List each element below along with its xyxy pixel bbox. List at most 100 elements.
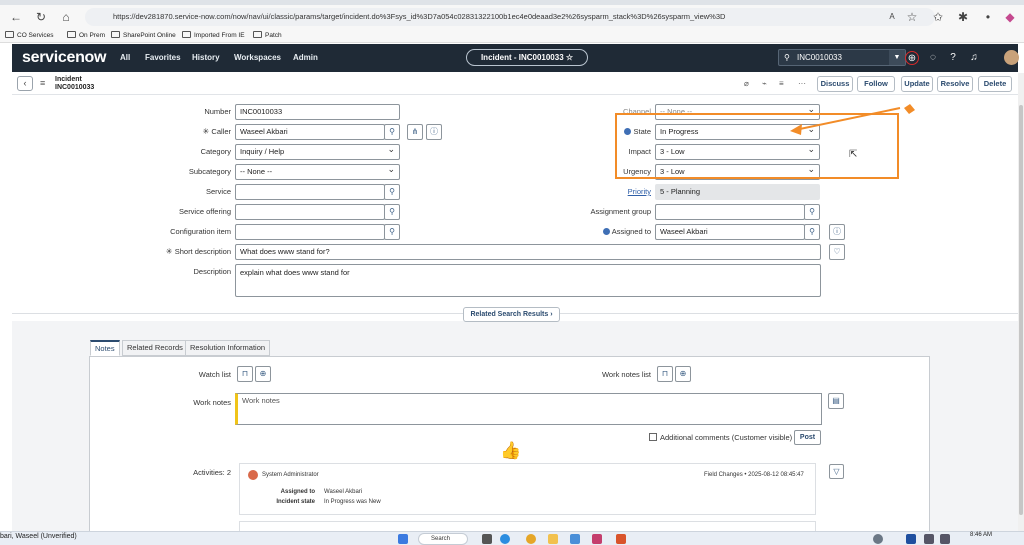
- url-field[interactable]: https://dev281870.service-now.com/now/na…: [85, 8, 935, 26]
- notifications-bell-icon[interactable]: ♫: [967, 51, 981, 65]
- browser-address-bar: ← ↻ ⌂ https://dev281870.service-now.com/…: [0, 5, 1024, 29]
- configuration-item-field[interactable]: [235, 224, 385, 240]
- checkbox-icon[interactable]: [649, 433, 657, 441]
- activity-state-label: Incident state: [276, 499, 315, 505]
- back-button[interactable]: ‹: [17, 76, 33, 91]
- watch-list-lock-icon[interactable]: ⊓: [237, 366, 253, 382]
- assigned-to-field[interactable]: Waseel Akbari: [655, 224, 805, 240]
- tab-related-records[interactable]: Related Records: [122, 340, 188, 356]
- incident-form: Number INC0010033 ✳ Caller Waseel Akbari…: [12, 96, 1018, 543]
- folder-icon: [182, 31, 191, 38]
- back-icon[interactable]: ←: [8, 9, 24, 25]
- activity-entry: System Administrator Field Changes • 202…: [239, 463, 816, 515]
- servicenow-logo[interactable]: servicenow: [22, 49, 106, 67]
- volume-icon[interactable]: [940, 534, 950, 544]
- additional-comments-toggle[interactable]: Additional comments (Customer visible): [649, 433, 792, 442]
- short-description-label: ✳ Short description: [165, 247, 231, 256]
- help-icon[interactable]: ?: [946, 51, 960, 65]
- bookmark-on-prem[interactable]: On Prem: [67, 30, 105, 42]
- work-notes-list-label: Work notes list: [601, 370, 651, 379]
- activity-meta: Field Changes • 2025-08-12 08:45:47: [704, 472, 804, 478]
- discuss-button[interactable]: Discuss: [817, 76, 853, 92]
- start-icon[interactable]: [398, 534, 408, 544]
- thumbs-up-icon: 👍: [500, 441, 522, 460]
- copilot-icon[interactable]: ◆: [1002, 9, 1018, 25]
- delete-button[interactable]: Delete: [978, 76, 1012, 92]
- mouse-cursor-icon: ⇱: [849, 149, 858, 160]
- follow-button[interactable]: Follow: [857, 76, 895, 92]
- record-header: ‹ ≡ Incident INC0010033 ⌀ ⌁ ≡ ··· Discus…: [12, 73, 1018, 95]
- home-icon[interactable]: ⌂: [58, 9, 74, 25]
- context-menu-icon[interactable]: ≡: [40, 78, 45, 88]
- work-notes-list-add-me-icon[interactable]: ⊕: [675, 366, 691, 382]
- more-options-icon[interactable]: ···: [798, 79, 806, 88]
- teams-icon[interactable]: [592, 534, 602, 544]
- tab-resolution-information[interactable]: Resolution Information: [185, 340, 271, 356]
- taskbar-user: bari, Waseel (Unverified): [0, 533, 77, 540]
- configuration-item-lookup-icon[interactable]: ⚲: [384, 224, 400, 240]
- bookmark-co-services[interactable]: CO Services: [5, 30, 53, 42]
- activity-stream-icon[interactable]: ⌁: [762, 79, 767, 88]
- resolve-button[interactable]: Resolve: [937, 76, 973, 92]
- work-notes-template-icon[interactable]: ▤: [828, 393, 844, 409]
- search-scope-dropdown[interactable]: ▼: [889, 50, 905, 65]
- profile-icon[interactable]: •: [980, 9, 996, 25]
- read-aloud-icon[interactable]: A: [884, 9, 900, 25]
- assigned-to-info-icon[interactable]: ⓘ: [829, 224, 845, 240]
- nav-favorites[interactable]: Favorites: [145, 53, 181, 62]
- global-search-input[interactable]: ⚲ INC0010033 ▼: [778, 49, 906, 66]
- assigned-to-lookup-icon[interactable]: ⚲: [804, 224, 820, 240]
- watch-list-add-me-icon[interactable]: ⊕: [255, 366, 271, 382]
- refresh-icon[interactable]: ↻: [33, 9, 49, 25]
- bookmark-patch[interactable]: Patch: [253, 30, 282, 42]
- nav-admin[interactable]: Admin: [293, 53, 318, 62]
- scrollbar-thumb[interactable]: [1019, 105, 1023, 515]
- mandatory-icon: ✳: [165, 247, 175, 256]
- bookmark-imported-ie[interactable]: Imported From IE: [182, 30, 245, 42]
- work-notes-textarea[interactable]: Work notes: [235, 393, 822, 425]
- record-context-pill[interactable]: Incident - INC0010033 ☆: [466, 49, 588, 66]
- tray-chevron-icon[interactable]: [873, 534, 883, 544]
- update-button[interactable]: Update: [901, 76, 933, 92]
- file-explorer-icon[interactable]: [548, 534, 558, 544]
- attachment-icon[interactable]: ⌀: [744, 79, 749, 88]
- folder-icon: [111, 31, 120, 38]
- task-view-icon[interactable]: [482, 534, 492, 544]
- description-field[interactable]: explain what does www stand for: [235, 264, 821, 297]
- mail-icon[interactable]: [570, 534, 580, 544]
- work-notes-list-lock-icon[interactable]: ⊓: [657, 366, 673, 382]
- folder-icon: [67, 31, 76, 38]
- configuration-item-label: Configuration item: [170, 227, 231, 236]
- short-description-field[interactable]: What does www stand for?: [235, 244, 821, 260]
- personalize-icon[interactable]: ≡: [779, 79, 784, 88]
- assigned-to-label: Assigned to: [501, 227, 651, 236]
- chat-icon[interactable]: ◌: [926, 51, 940, 65]
- nav-history[interactable]: History: [192, 53, 220, 62]
- nav-all[interactable]: All: [120, 53, 130, 62]
- extension-icon[interactable]: ✱: [955, 9, 971, 25]
- watch-list-label: Watch list: [198, 370, 231, 379]
- globe-icon[interactable]: ⊕: [905, 51, 919, 65]
- tray-app-icon[interactable]: [906, 534, 916, 544]
- taskbar-clock[interactable]: 8:46 AM: [970, 532, 992, 539]
- chrome-icon[interactable]: [526, 534, 536, 544]
- post-button[interactable]: Post: [794, 430, 821, 445]
- bookmarks-bar: CO Services On Prem SharePoint Online Im…: [0, 29, 1024, 43]
- activity-filter-icon[interactable]: ▽: [829, 464, 844, 479]
- office-icon[interactable]: [616, 534, 626, 544]
- activity-user: System Administrator: [262, 472, 319, 478]
- user-avatar[interactable]: [1004, 50, 1019, 65]
- nav-workspaces[interactable]: Workspaces: [234, 53, 281, 62]
- favorites-bar-icon[interactable]: ✩: [930, 9, 946, 25]
- tab-notes[interactable]: Notes: [90, 340, 120, 356]
- activity-state-value: In Progress was New: [324, 499, 381, 505]
- work-notes-label: Work notes: [193, 398, 231, 407]
- related-search-results-button[interactable]: Related Search Results ›: [463, 307, 560, 322]
- servicenow-header: servicenow All Favorites History Workspa…: [12, 44, 1019, 72]
- bookmark-sharepoint[interactable]: SharePoint Online: [111, 30, 176, 42]
- short-description-suggest-icon[interactable]: ♡: [829, 244, 845, 260]
- favorite-star-icon[interactable]: ☆: [904, 9, 920, 25]
- wifi-icon[interactable]: [924, 534, 934, 544]
- taskbar-search[interactable]: Search: [418, 533, 468, 545]
- edge-icon[interactable]: [500, 534, 510, 544]
